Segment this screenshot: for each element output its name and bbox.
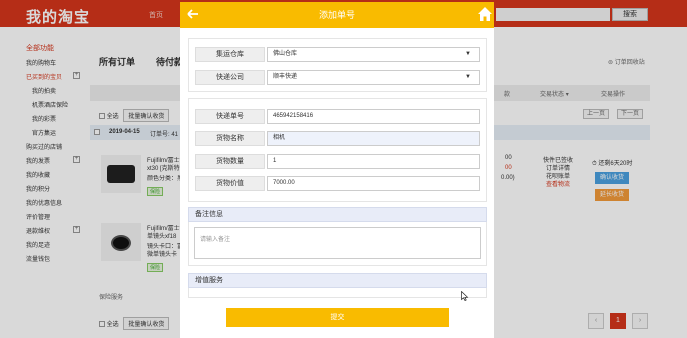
remark-header: 备注信息 bbox=[188, 207, 487, 222]
goods-name-row: 货物名称 相机 bbox=[195, 131, 480, 146]
modal-title: 添加单号 bbox=[318, 10, 355, 20]
value-added-header: 增值服务 bbox=[188, 273, 487, 288]
tracking-label: 快递单号 bbox=[195, 109, 265, 124]
home-icon[interactable] bbox=[477, 6, 493, 22]
dropdown-caret-icon: ▼ bbox=[465, 74, 471, 80]
modal-header: 添加单号 bbox=[180, 2, 494, 28]
add-tracking-modal: 添加单号 集运仓库 佛山仓库 ▼ 快递公司 顺丰快递 ▼ 快递单号 465942… bbox=[180, 2, 494, 338]
goods-qty-row: 货物数量 1 bbox=[195, 154, 480, 169]
goods-qty-input[interactable]: 1 bbox=[267, 154, 480, 169]
back-arrow-icon[interactable] bbox=[186, 7, 200, 21]
remark-textarea[interactable]: 请输入备注 bbox=[194, 227, 481, 259]
goods-name-input[interactable]: 相机 bbox=[267, 131, 480, 146]
tracking-number-input[interactable]: 465942158416 bbox=[267, 109, 480, 124]
warehouse-row: 集运仓库 佛山仓库 ▼ bbox=[195, 47, 480, 62]
goods-value-row: 货物价值 7000.00 bbox=[195, 176, 480, 191]
warehouse-select[interactable]: 佛山仓库 ▼ bbox=[267, 47, 480, 62]
goods-qty-label: 货物数量 bbox=[195, 154, 265, 169]
mouse-cursor-icon bbox=[461, 291, 469, 301]
courier-label: 快递公司 bbox=[195, 70, 265, 85]
warehouse-value: 佛山仓库 bbox=[273, 51, 298, 57]
goods-value-input[interactable]: 7000.00 bbox=[267, 176, 480, 191]
goods-value-label: 货物价值 bbox=[195, 176, 265, 191]
submit-button[interactable]: 提交 bbox=[226, 308, 449, 327]
warehouse-label: 集运仓库 bbox=[195, 47, 265, 62]
courier-row: 快递公司 顺丰快递 ▼ bbox=[195, 70, 480, 85]
courier-select[interactable]: 顺丰快递 ▼ bbox=[267, 70, 480, 85]
dropdown-caret-icon: ▼ bbox=[465, 51, 471, 57]
goods-name-label: 货物名称 bbox=[195, 131, 265, 146]
courier-value: 顺丰快递 bbox=[273, 74, 298, 80]
goods-card: 快递单号 465942158416 货物名称 相机 货物数量 1 货物价值 70… bbox=[188, 98, 487, 202]
shipping-card: 集运仓库 佛山仓库 ▼ 快递公司 顺丰快递 ▼ bbox=[188, 38, 487, 92]
tracking-row: 快递单号 465942158416 bbox=[195, 109, 480, 124]
value-added-card bbox=[188, 288, 487, 298]
